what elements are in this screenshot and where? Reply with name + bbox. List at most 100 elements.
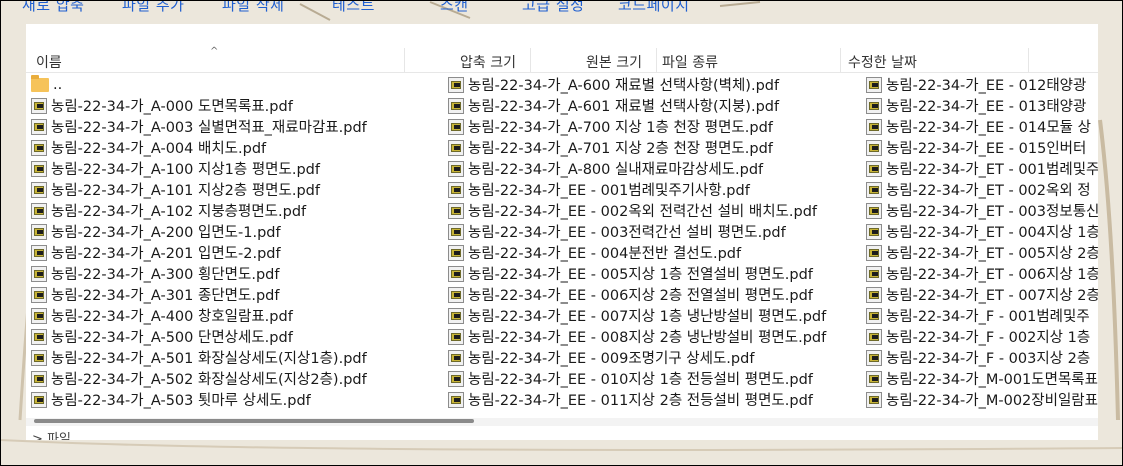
sort-ascending-icon: ^ [210, 46, 219, 57]
list-item[interactable]: 농림-22-34-가_ET - 001범례및주 [866, 158, 1098, 179]
pdf-file-icon [31, 328, 47, 345]
list-item[interactable]: 농림-22-34-가_EE - 014모듈 상 [866, 116, 1098, 137]
toolbar-delete-file-button[interactable]: 파일 삭제 [222, 0, 284, 15]
file-column-1: .. 농림-22-34-가_A-000 도면목록표.pdf 농림-22-34-가… [31, 74, 367, 410]
pdf-file-icon [31, 97, 47, 114]
pdf-file-icon [448, 160, 464, 177]
list-item[interactable]: 농림-22-34-가_EE - 002옥외 전력간선 설비 배치도.pdf [448, 200, 826, 221]
pdf-file-icon [31, 118, 47, 135]
pdf-file-icon [866, 265, 882, 282]
list-item[interactable]: 농림-22-34-가_A-000 도면목록표.pdf [31, 95, 367, 116]
pdf-file-icon [866, 307, 882, 324]
pdf-file-icon [31, 265, 47, 282]
list-item[interactable]: 농림-22-34-가_A-201 입면도-2.pdf [31, 242, 367, 263]
toolbar-test-button[interactable]: 테스트 [332, 0, 375, 15]
pdf-file-icon [866, 370, 882, 387]
pdf-file-icon [866, 328, 882, 345]
list-item[interactable]: 농림-22-34-가_EE - 015인버터 [866, 137, 1098, 158]
list-item[interactable]: 농림-22-34-가_A-300 횡단면도.pdf [31, 263, 367, 284]
toolbar-advanced-settings-button[interactable]: 고급 설정 [522, 0, 584, 15]
list-item[interactable]: 농림-22-34-가_A-100 지상1층 평면도.pdf [31, 158, 367, 179]
list-item[interactable]: 농림-22-34-가_ET - 006지상 1층 [866, 263, 1098, 284]
list-item[interactable]: 농림-22-34-가_A-502 화장실상세도(지상2층).pdf [31, 368, 367, 389]
list-item[interactable]: 농림-22-34-가_ET - 003정보통신 [866, 200, 1098, 221]
column-header-compressed-size[interactable]: 압축 크기 [460, 52, 516, 72]
list-item[interactable]: 농림-22-34-가_A-501 화장실상세도(지상1층).pdf [31, 347, 367, 368]
list-item[interactable]: 농림-22-34-가_EE - 007지상 1층 냉난방설비 평면도.pdf [448, 305, 826, 326]
list-item[interactable]: 농림-22-34-가_ET - 007지상 2층 [866, 284, 1098, 305]
list-item[interactable]: 농림-22-34-가_A-004 배치도.pdf [31, 137, 367, 158]
pdf-file-icon [866, 223, 882, 240]
toolbar-codepage-button[interactable]: 코드페이지 [618, 0, 690, 15]
pdf-file-icon [31, 286, 47, 303]
horizontal-scrollbar[interactable] [26, 418, 1098, 426]
column-header-file-type[interactable]: 파일 종류 [662, 52, 718, 72]
pdf-file-icon [448, 349, 464, 366]
list-item[interactable]: 농림-22-34-가_EE - 003전력간선 설비 평면도.pdf [448, 221, 826, 242]
list-item[interactable]: 농림-22-34-가_EE - 013태양광 [866, 95, 1098, 116]
list-item[interactable]: 농림-22-34-가_EE - 001범례및주기사항.pdf [448, 179, 826, 200]
toolbar-new-archive-button[interactable]: 새로 압축 [22, 0, 84, 15]
list-item[interactable]: 농림-22-34-가_F - 002지상 1층 [866, 326, 1098, 347]
pdf-file-icon [31, 202, 47, 219]
pdf-file-icon [448, 265, 464, 282]
pdf-file-icon [866, 286, 882, 303]
list-item[interactable]: 농림-22-34-가_ET - 004지상 1층 [866, 221, 1098, 242]
list-item[interactable]: 농림-22-34-가_EE - 012태양광 [866, 74, 1098, 95]
file-list: .. 농림-22-34-가_A-000 도면목록표.pdf 농림-22-34-가… [26, 74, 1098, 410]
list-item[interactable]: 농림-22-34-가_M-002장비일람표 [866, 389, 1098, 410]
list-item[interactable]: 농림-22-34-가_A-200 입면도-1.pdf [31, 221, 367, 242]
toolbar-scan-button[interactable]: 스캔 [440, 0, 469, 15]
list-item[interactable]: 농림-22-34-가_A-700 지상 1층 천장 평면도.pdf [448, 116, 826, 137]
file-list-window: ^ 이름 압축 크기 원본 크기 파일 종류 수정한 날짜 .. 농림-22-3… [26, 24, 1098, 440]
list-item[interactable]: 농림-22-34-가_A-800 실내재료마감상세도.pdf [448, 158, 826, 179]
list-item[interactable]: 농림-22-34-가_EE - 005지상 1층 전열설비 평면도.pdf [448, 263, 826, 284]
column-header-original-size[interactable]: 원본 크기 [586, 52, 642, 72]
list-item[interactable]: 농림-22-34-가_A-102 지붕층평면도.pdf [31, 200, 367, 221]
status-bar: > 파일 [32, 428, 71, 440]
list-item[interactable]: 농림-22-34-가_ET - 005지상 2층 [866, 242, 1098, 263]
list-item[interactable]: 농림-22-34-가_A-500 단면상세도.pdf [31, 326, 367, 347]
list-item[interactable]: 농림-22-34-가_F - 003지상 2층 [866, 347, 1098, 368]
list-item[interactable]: 농림-22-34-가_A-701 지상 2층 천장 평면도.pdf [448, 137, 826, 158]
pdf-file-icon [31, 391, 47, 408]
pdf-file-icon [866, 118, 882, 135]
pdf-file-icon [448, 202, 464, 219]
scrollbar-thumb[interactable] [34, 419, 474, 423]
pdf-file-icon [448, 307, 464, 324]
toolbar-add-file-button[interactable]: 파일 추가 [122, 0, 184, 15]
list-item[interactable]: 농림-22-34-가_F - 001범례및주 [866, 305, 1098, 326]
list-item[interactable]: 농림-22-34-가_A-601 재료별 선택사항(지붕).pdf [448, 95, 826, 116]
pdf-file-icon [866, 76, 882, 93]
pdf-file-icon [448, 181, 464, 198]
list-item[interactable]: 농림-22-34-가_A-101 지상2층 평면도.pdf [31, 179, 367, 200]
list-item[interactable]: 농림-22-34-가_EE - 009조명기구 상세도.pdf [448, 347, 826, 368]
list-item[interactable]: 농림-22-34-가_A-400 창호일람표.pdf [31, 305, 367, 326]
list-item[interactable]: 농림-22-34-가_EE - 004분전반 결선도.pdf [448, 242, 826, 263]
list-item[interactable]: 농림-22-34-가_EE - 006지상 2층 전열설비 평면도.pdf [448, 284, 826, 305]
pdf-file-icon [866, 349, 882, 366]
column-header-name[interactable]: 이름 [36, 52, 62, 72]
list-item[interactable]: 농림-22-34-가_A-503 툇마루 상세도.pdf [31, 389, 367, 410]
column-header-modified-date[interactable]: 수정한 날짜 [848, 52, 917, 72]
list-item-parent-folder[interactable]: .. [31, 74, 367, 95]
pdf-file-icon [31, 307, 47, 324]
pdf-file-icon [448, 223, 464, 240]
pdf-file-icon [866, 160, 882, 177]
list-item[interactable]: 농림-22-34-가_EE - 010지상 1층 전등설비 평면도.pdf [448, 368, 826, 389]
pdf-file-icon [866, 139, 882, 156]
list-item[interactable]: 농림-22-34-가_EE - 008지상 2층 냉난방설비 평면도.pdf [448, 326, 826, 347]
file-column-3: 농림-22-34-가_EE - 012태양광 농림-22-34-가_EE - 0… [866, 74, 1098, 410]
pdf-file-icon [866, 202, 882, 219]
list-item[interactable]: 농림-22-34-가_M-001도면목록표 [866, 368, 1098, 389]
list-item[interactable]: 농림-22-34-가_A-600 재료별 선택사항(벽체).pdf [448, 74, 826, 95]
pdf-file-icon [448, 391, 464, 408]
list-item[interactable]: 농림-22-34-가_ET - 002옥외 정 [866, 179, 1098, 200]
pdf-file-icon [31, 370, 47, 387]
pdf-file-icon [448, 139, 464, 156]
list-item[interactable]: 농림-22-34-가_A-301 종단면도.pdf [31, 284, 367, 305]
list-item[interactable]: 농림-22-34-가_EE - 011지상 2층 전등설비 평면도.pdf [448, 389, 826, 410]
pdf-file-icon [866, 244, 882, 261]
pdf-file-icon [31, 160, 47, 177]
list-item[interactable]: 농림-22-34-가_A-003 실별면적표_재료마감표.pdf [31, 116, 367, 137]
